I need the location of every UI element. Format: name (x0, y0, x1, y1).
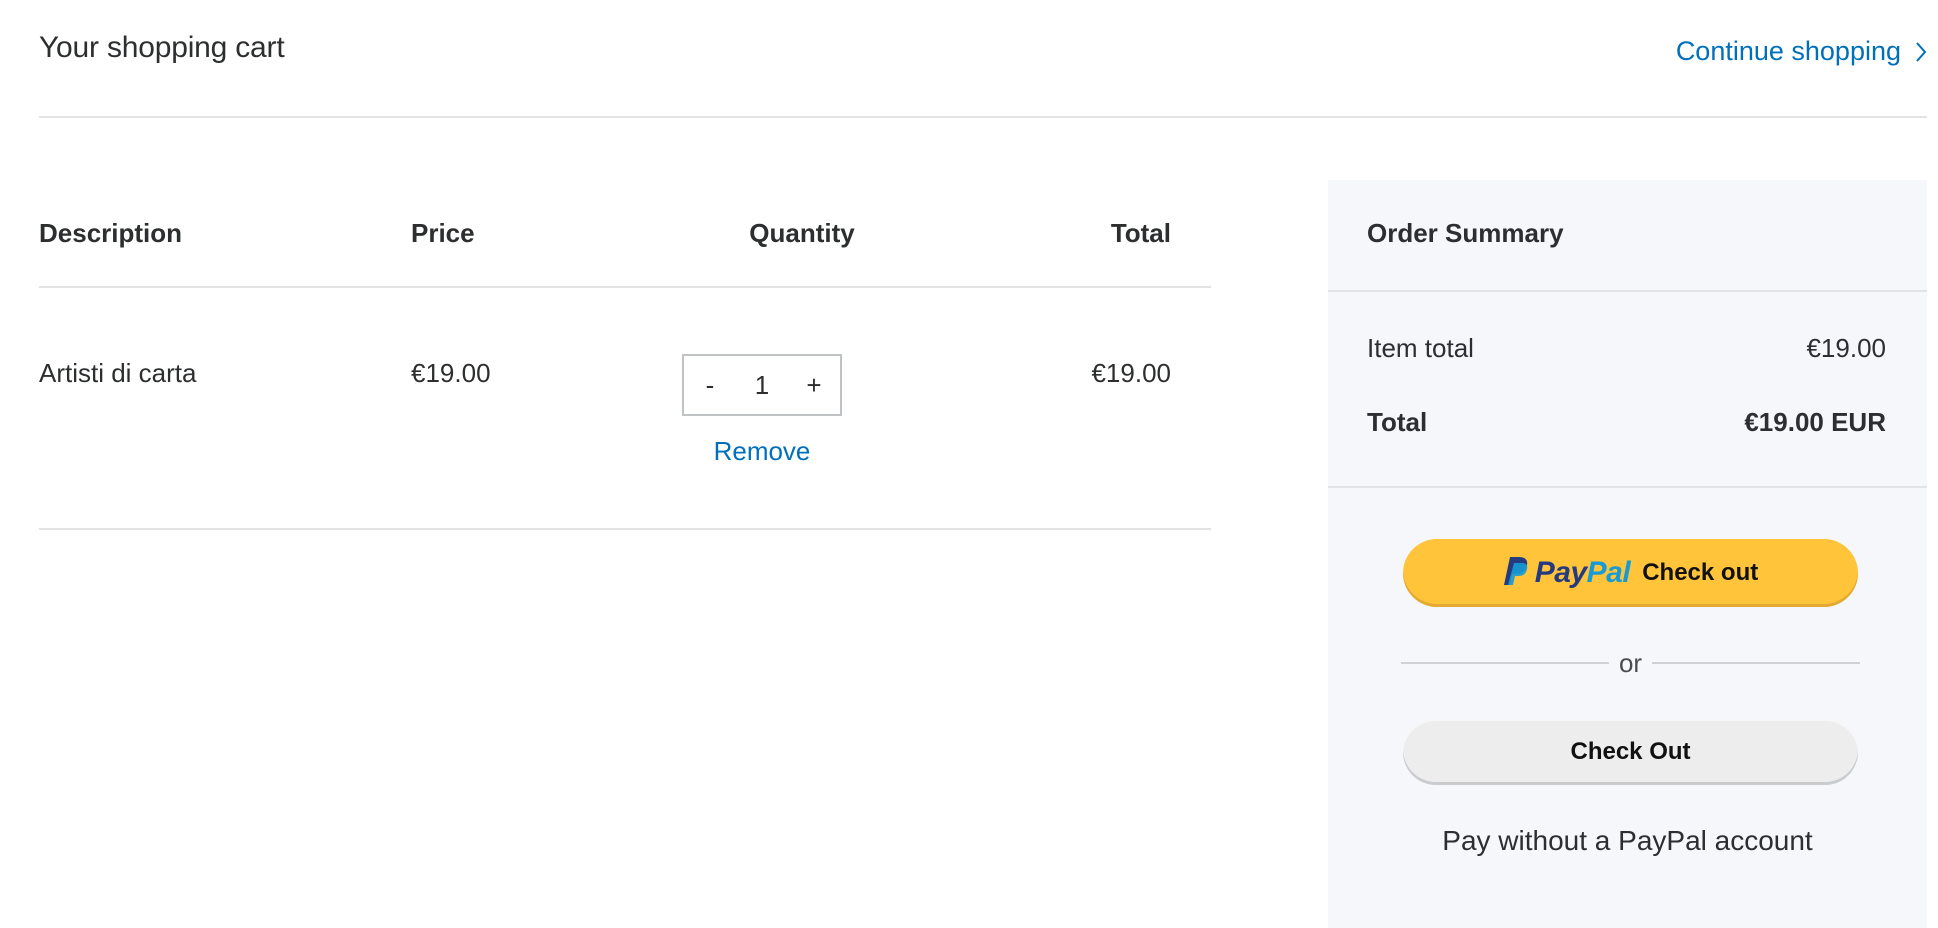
or-divider: or (1401, 648, 1860, 678)
divider-line-right (1652, 662, 1860, 664)
paypal-logo[interactable]: PayPal (1503, 555, 1631, 592)
order-total-line: Total €19.00 EUR (1367, 407, 1886, 438)
quantity-decrement-button[interactable]: - (684, 370, 736, 401)
column-header-quantity: Quantity (749, 218, 855, 248)
page-title: Your shopping cart (39, 31, 285, 64)
cart-table: Description Price Quantity Total Artisti… (39, 180, 1211, 530)
cart-item-row: Artisti di carta €19.00 - 1 + Remove €19… (39, 288, 1211, 530)
item-total-line: Item total €19.00 (1367, 333, 1886, 364)
quantity-value[interactable]: 1 (736, 370, 788, 401)
item-total-value: €19.00 (1806, 333, 1886, 363)
item-price: €19.00 (411, 358, 491, 388)
item-description: Artisti di carta (39, 358, 197, 388)
paypal-wordmark[interactable]: PayPal (1535, 556, 1631, 590)
cart-page: Your shopping cart Continue shopping Des… (0, 0, 1938, 928)
checkout-button[interactable]: Check Out (1403, 719, 1858, 785)
paypal-wordmark-pal[interactable]: Pal (1587, 556, 1631, 589)
pay-without-paypal-text: Pay without a PayPal account (1442, 825, 1813, 856)
remove-item-link[interactable]: Remove (682, 436, 842, 467)
order-summary-title: Order Summary (1328, 180, 1927, 292)
quantity-increment-button[interactable]: + (788, 370, 840, 401)
column-header-description: Description (39, 218, 183, 248)
paypal-wordmark-pay[interactable]: Pay (1535, 556, 1587, 589)
column-header-total: Total (1110, 218, 1171, 248)
divider-line-left (1401, 662, 1609, 664)
paypal-checkout-button[interactable]: PayPal Check out (1403, 539, 1858, 607)
chevron-right-icon[interactable] (1915, 41, 1927, 63)
continue-shopping-label[interactable]: Continue shopping (1676, 36, 1901, 67)
cart-table-header: Description Price Quantity Total (39, 180, 1211, 288)
column-header-price: Price (411, 218, 475, 248)
order-total-label: Total (1367, 407, 1428, 437)
paypal-checkout-label[interactable]: Check out (1642, 559, 1758, 587)
page-header: Your shopping cart Continue shopping (39, 0, 1927, 118)
continue-shopping-link[interactable]: Continue shopping (1676, 36, 1927, 67)
item-total-label: Item total (1367, 333, 1474, 363)
order-summary-lines: Item total €19.00 Total €19.00 EUR (1328, 292, 1927, 488)
item-total: €19.00 (1091, 358, 1171, 388)
order-total-value: €19.00 EUR (1744, 407, 1886, 437)
quantity-stepper[interactable]: - 1 + (682, 354, 842, 416)
order-summary-panel: Order Summary Item total €19.00 Total €1… (1328, 180, 1927, 928)
or-label: or (1618, 647, 1643, 678)
paypal-logo-icon[interactable] (1503, 555, 1529, 592)
